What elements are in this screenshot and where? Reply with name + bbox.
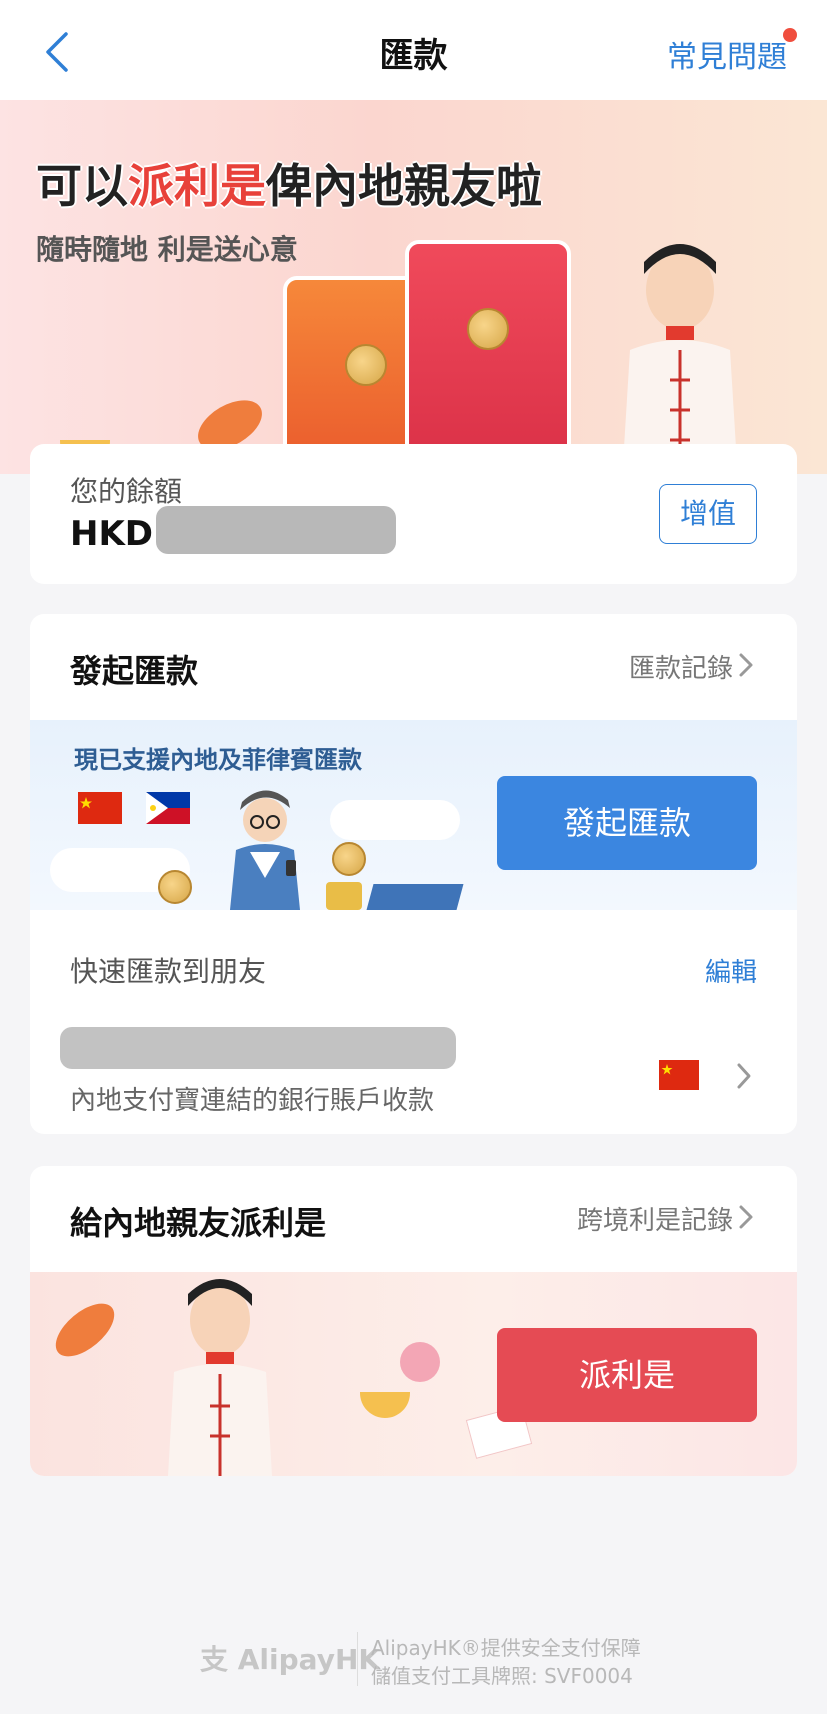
- footer-security-text: AlipayHK®提供安全支付保障: [371, 1636, 641, 1660]
- flower-illustration: [400, 1342, 440, 1382]
- send-red-packet-button[interactable]: 派利是: [497, 1328, 757, 1422]
- cloud-decoration: [330, 800, 460, 840]
- recipient-name-redacted[interactable]: [60, 1027, 456, 1069]
- quick-transfer-label: 快速匯款到朋友: [70, 955, 267, 988]
- top-up-button[interactable]: 增值: [659, 484, 757, 544]
- remittance-history-link[interactable]: 匯款記錄: [629, 648, 733, 685]
- cash-stack-illustration: [366, 884, 464, 910]
- red-packet-illustration: [405, 240, 571, 474]
- balance-currency: HKD: [70, 514, 154, 554]
- balance-card: 您的餘額 HKD 增值: [30, 444, 797, 584]
- chevron-right-icon[interactable]: [731, 1062, 757, 1090]
- send-remittance-button[interactable]: 發起匯款: [497, 776, 757, 870]
- china-flag-icon: [659, 1060, 699, 1090]
- gold-ingot-illustration: [360, 1392, 410, 1418]
- person-illustration: [622, 244, 738, 474]
- top-navigation-bar: 匯款 常見問題: [0, 0, 827, 100]
- remittance-section-title: 發起匯款: [70, 652, 199, 690]
- red-packet-history-link[interactable]: 跨境利是記錄: [577, 1200, 733, 1237]
- notification-dot: [783, 28, 797, 42]
- philippines-flag-icon: [146, 792, 190, 824]
- footer-license-text: 儲值支付工具牌照: SVF0004: [371, 1664, 633, 1688]
- koi-fish-illustration: [46, 1293, 124, 1367]
- remittance-card: 發起匯款 匯款記錄 現已支援內地及菲律賓匯款 發起匯款 快速匯款到朋友 編輯 內…: [30, 614, 797, 1134]
- footer: 支 AlipayHK AlipayHK®提供安全支付保障 儲值支付工具牌照: S…: [0, 1628, 827, 1688]
- coin-illustration: [332, 842, 366, 876]
- red-packet-section-title: 給內地親友派利是: [70, 1204, 327, 1242]
- coin-stack-illustration: [326, 882, 362, 910]
- banner-headline: 可以派利是俾內地親友啦: [36, 159, 542, 213]
- person-with-phone-illustration: [230, 790, 300, 910]
- banner-subtitle: 隨時隨地 利是送心意: [36, 233, 298, 266]
- person-illustration: [168, 1279, 272, 1476]
- recipient-subtext[interactable]: 內地支付寶連結的銀行賬戶收款: [70, 1080, 434, 1117]
- alipayhk-logo: 支 AlipayHK: [200, 1643, 381, 1676]
- promo-banner[interactable]: 可以派利是俾內地親友啦 隨時隨地 利是送心意: [0, 100, 827, 474]
- china-flag-icon: [78, 792, 122, 824]
- chevron-right-icon[interactable]: [733, 652, 759, 678]
- edit-button[interactable]: 編輯: [705, 952, 757, 989]
- footer-divider: [357, 1632, 358, 1686]
- coin-illustration: [158, 870, 192, 904]
- remittance-promo-banner: 現已支援內地及菲律賓匯款 發起匯款: [30, 720, 797, 910]
- red-packet-banner: 派利是: [30, 1272, 797, 1476]
- chevron-right-icon[interactable]: [733, 1204, 759, 1230]
- remittance-promo-text: 現已支援內地及菲律賓匯款: [74, 746, 362, 774]
- balance-amount-redacted: [156, 506, 396, 554]
- balance-label: 您的餘額: [70, 475, 183, 508]
- faq-link[interactable]: 常見問題: [667, 32, 787, 76]
- red-packet-card: 給內地親友派利是 跨境利是記錄 派利是: [30, 1166, 797, 1476]
